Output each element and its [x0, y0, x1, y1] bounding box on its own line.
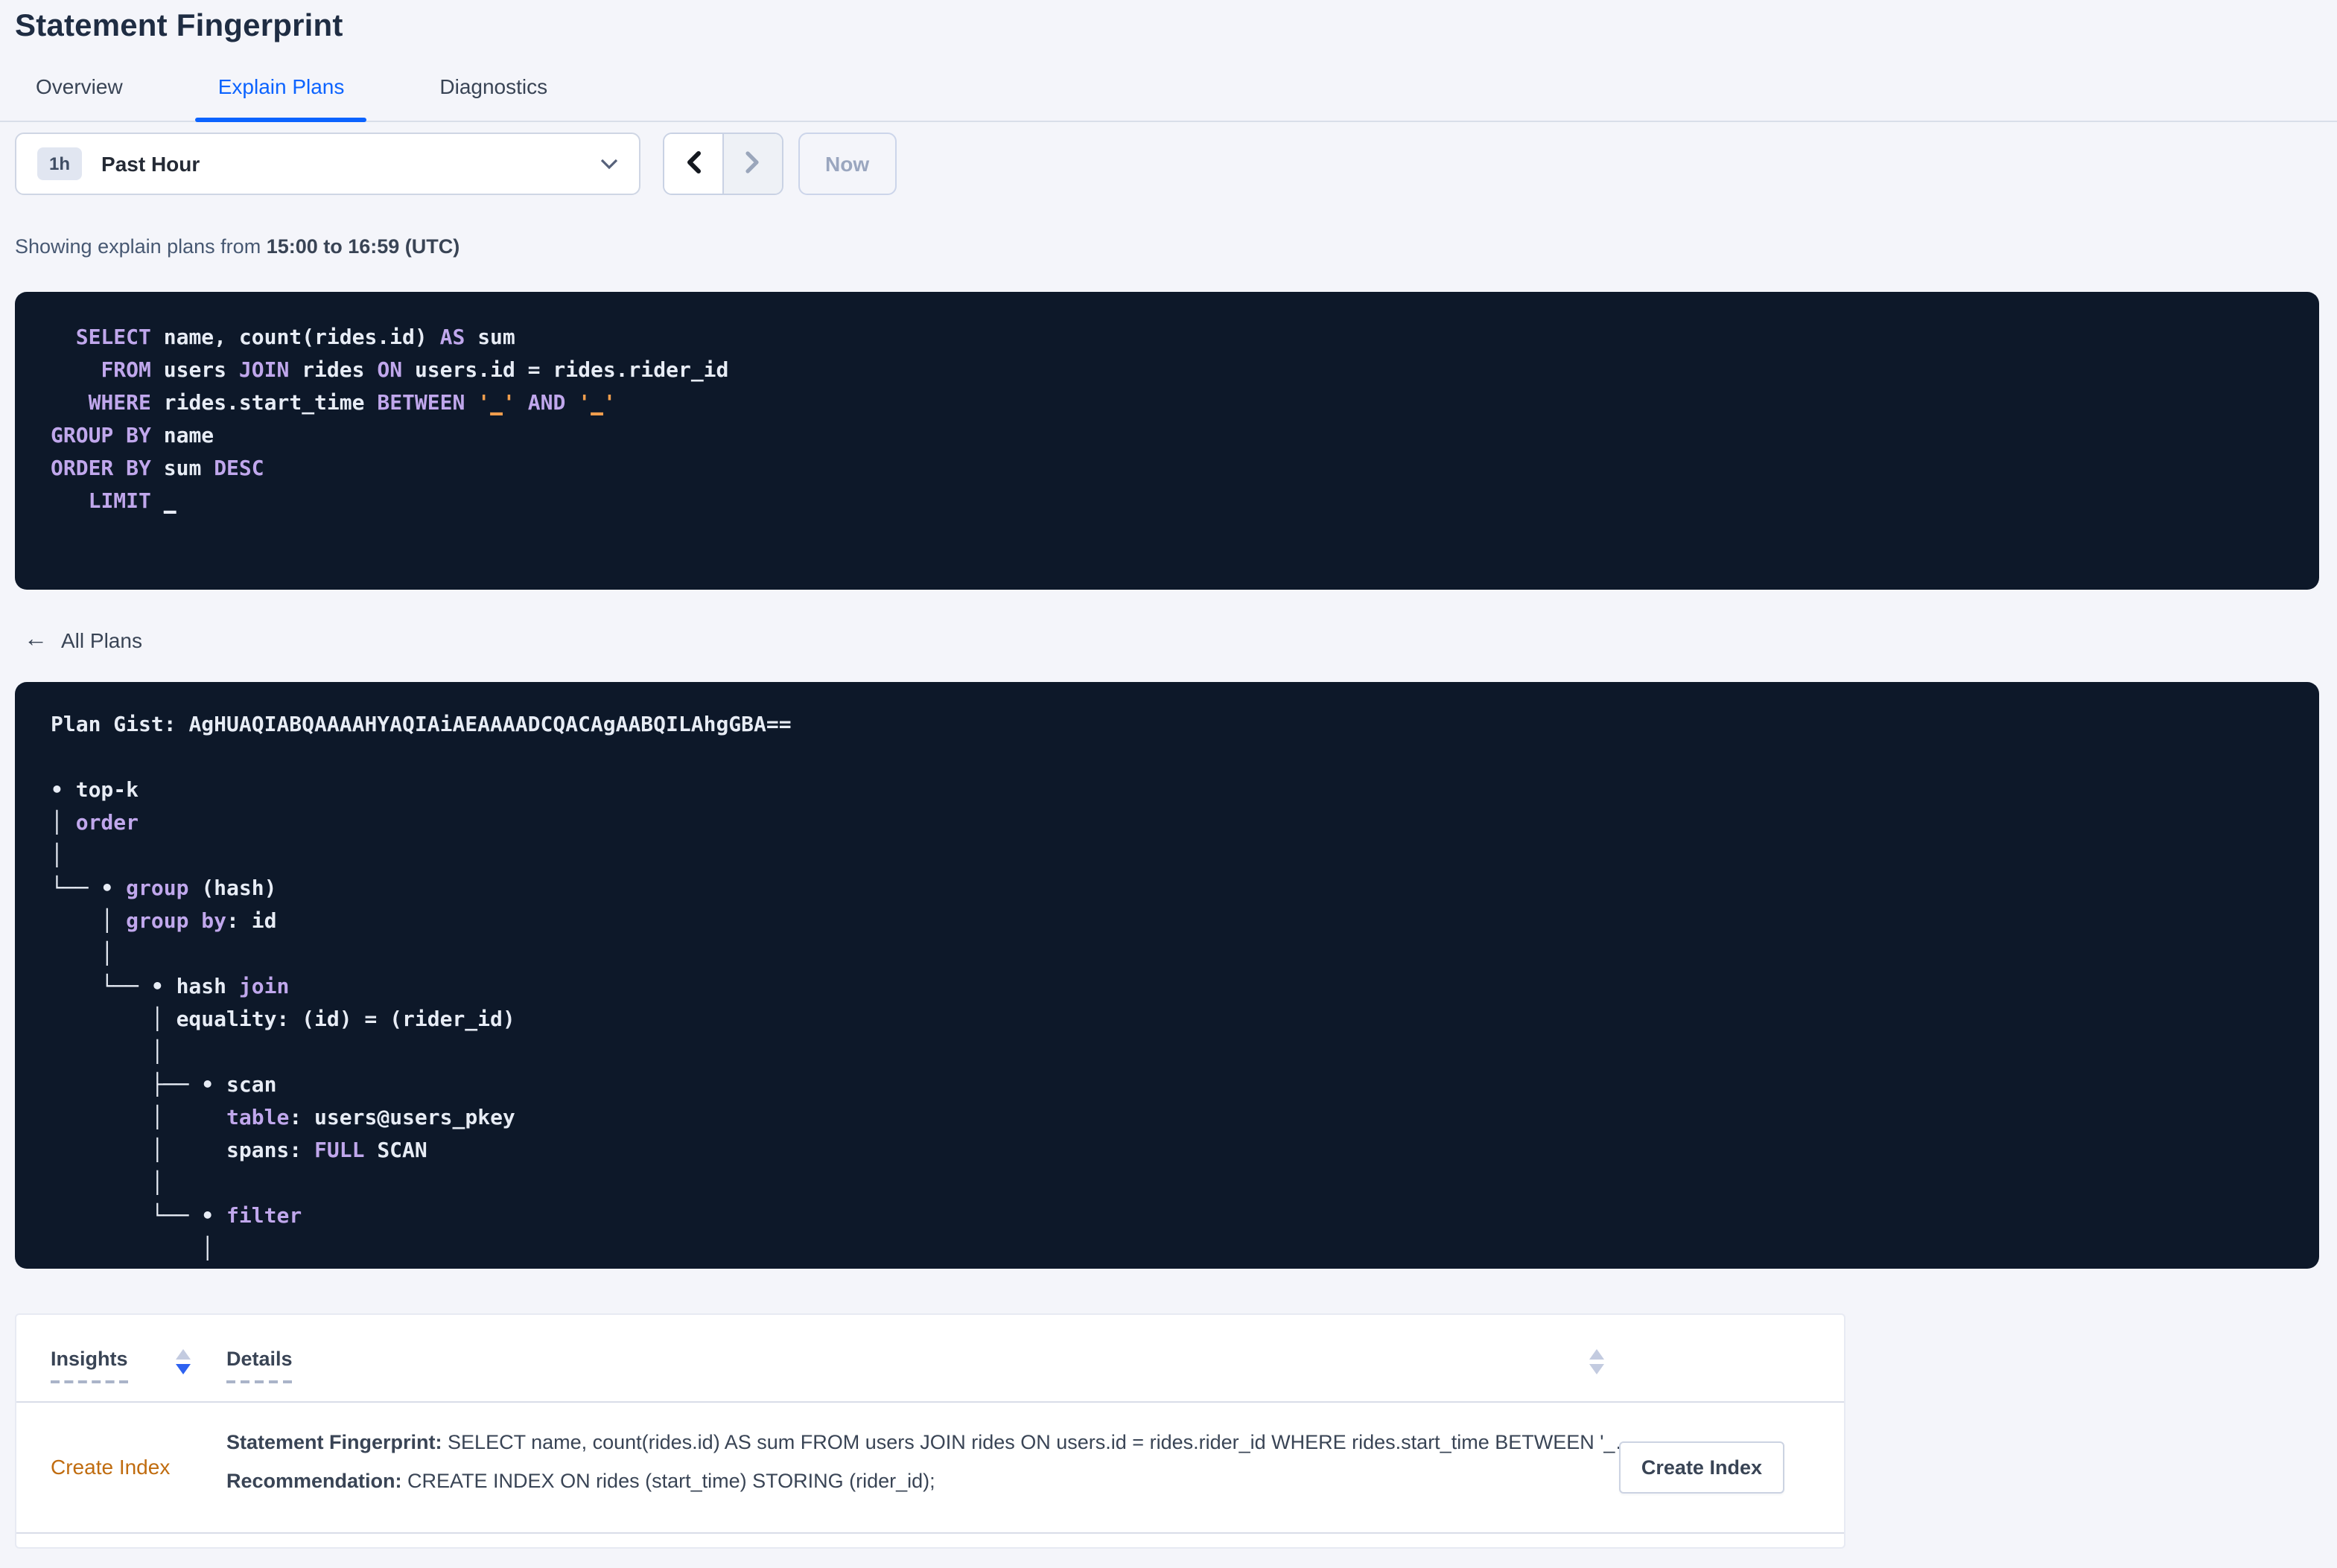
showing-range-bold: 15:00 to 16:59 (UTC)	[266, 235, 460, 258]
create-index-button[interactable]: Create Index	[1618, 1441, 1784, 1494]
sort-up-triangle	[1589, 1349, 1604, 1360]
fingerprint-text: SELECT name, count(rides.id) AS sum FROM…	[442, 1431, 1634, 1453]
plan-gist-value: AgHUAQIABQAAAAHYAQIAiAEAAAADCQACAgAABQIL…	[188, 713, 792, 737]
previous-interval-button[interactable]	[664, 134, 722, 194]
chevron-left-icon	[685, 150, 702, 178]
page-title: Statement Fingerprint	[15, 9, 343, 43]
back-arrow-icon: ←	[24, 627, 48, 652]
recommendation-detail: Recommendation: CREATE INDEX ON rides (s…	[226, 1470, 935, 1492]
column-header-details[interactable]: Details	[226, 1348, 293, 1383]
insight-type-link[interactable]: Create Index	[51, 1455, 170, 1479]
time-range-badge: 1h	[37, 147, 83, 180]
sort-icon[interactable]	[1589, 1349, 1604, 1374]
statement-fingerprint-detail: Statement Fingerprint: SELECT name, coun…	[226, 1431, 1634, 1453]
recommendation-text: CREATE INDEX ON rides (start_time) STORI…	[401, 1470, 935, 1492]
all-plans-link[interactable]: ← All Plans	[24, 628, 142, 652]
table-row: Create Index Statement Fingerprint: SELE…	[16, 1403, 1844, 1534]
sort-down-triangle	[1589, 1364, 1604, 1374]
insights-table-header: Insights Details	[16, 1315, 1844, 1403]
showing-range-text: Showing explain plans from 15:00 to 16:5…	[15, 235, 2337, 258]
sql-statement-box: SELECT name, count(rides.id) AS sum FROM…	[15, 292, 2319, 590]
all-plans-label: All Plans	[61, 628, 142, 652]
tab-explain-plans[interactable]: Explain Plans	[195, 74, 366, 122]
column-header-insights[interactable]: Insights	[51, 1348, 128, 1383]
tab-diagnostics[interactable]: Diagnostics	[439, 74, 547, 121]
time-toolbar: 1h Past Hour Now	[15, 133, 2319, 195]
plan-gist-box: Plan Gist: AgHUAQIABQAAAAHYAQIAiAEAAAADC…	[15, 682, 2319, 1269]
now-button[interactable]: Now	[798, 133, 897, 195]
plan-tree: • top-k │ order │ └── • group (hash) │ grou…	[51, 779, 515, 1261]
tab-overview[interactable]: Overview	[36, 74, 123, 121]
time-step-buttons	[663, 133, 783, 195]
sort-up-triangle	[176, 1349, 191, 1360]
chevron-down-icon	[600, 158, 618, 170]
recommendation-label: Recommendation:	[226, 1470, 402, 1492]
sql-statement-code: SELECT name, count(rides.id) AS sum FROM…	[51, 326, 729, 514]
tab-bar: Overview Explain Plans Diagnostics	[0, 74, 2337, 122]
chevron-right-icon	[745, 150, 761, 178]
sort-desc-icon[interactable]	[176, 1349, 191, 1374]
sort-down-triangle-active	[176, 1364, 191, 1374]
showing-prefix: Showing explain plans from	[15, 235, 267, 258]
plan-gist-label: Plan Gist:	[51, 713, 189, 737]
next-interval-button[interactable]	[724, 134, 782, 194]
fingerprint-label: Statement Fingerprint:	[226, 1431, 442, 1453]
time-range-dropdown[interactable]: 1h Past Hour	[15, 133, 640, 195]
time-range-label: Past Hour	[101, 152, 200, 176]
insights-table: Insights Details Create Index Statement …	[15, 1313, 1845, 1549]
plan-gist-line: Plan Gist: AgHUAQIABQAAAAHYAQIAiAEAAAADC…	[51, 709, 2283, 742]
